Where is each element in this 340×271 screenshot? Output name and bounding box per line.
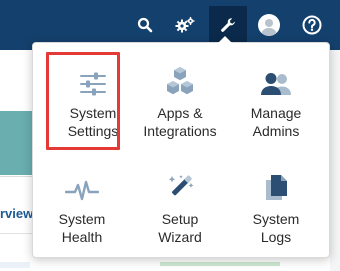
page-background (330, 50, 340, 271)
users-icon (259, 62, 293, 96)
search-icon[interactable] (128, 8, 162, 42)
apps-integrations-item[interactable]: Apps & Integrations (135, 52, 225, 142)
system-health-item[interactable]: System Health (37, 158, 127, 248)
menu-caret (218, 36, 232, 43)
item-label: System Health (58, 211, 106, 245)
magic-wand-icon (166, 168, 194, 202)
card-edge (160, 262, 280, 266)
item-label: Setup Wizard (158, 211, 202, 245)
manage-admins-item[interactable]: Manage Admins (231, 52, 321, 142)
files-icon (263, 168, 289, 202)
item-label: Apps & Integrations (143, 105, 217, 139)
selection-highlight (46, 52, 120, 150)
cubes-icon (164, 62, 196, 96)
gear-icon[interactable] (168, 8, 202, 42)
system-logs-item[interactable]: System Logs (231, 158, 321, 248)
setup-wizard-item[interactable]: Setup Wizard (135, 158, 225, 248)
heartbeat-icon (65, 168, 99, 202)
item-label: Manage Admins (250, 105, 302, 139)
help-icon[interactable] (295, 8, 329, 42)
overview-tab[interactable]: rview (0, 206, 33, 221)
item-label: System Logs (252, 211, 300, 245)
card-edge (0, 262, 30, 268)
avatar-icon[interactable] (252, 8, 286, 42)
